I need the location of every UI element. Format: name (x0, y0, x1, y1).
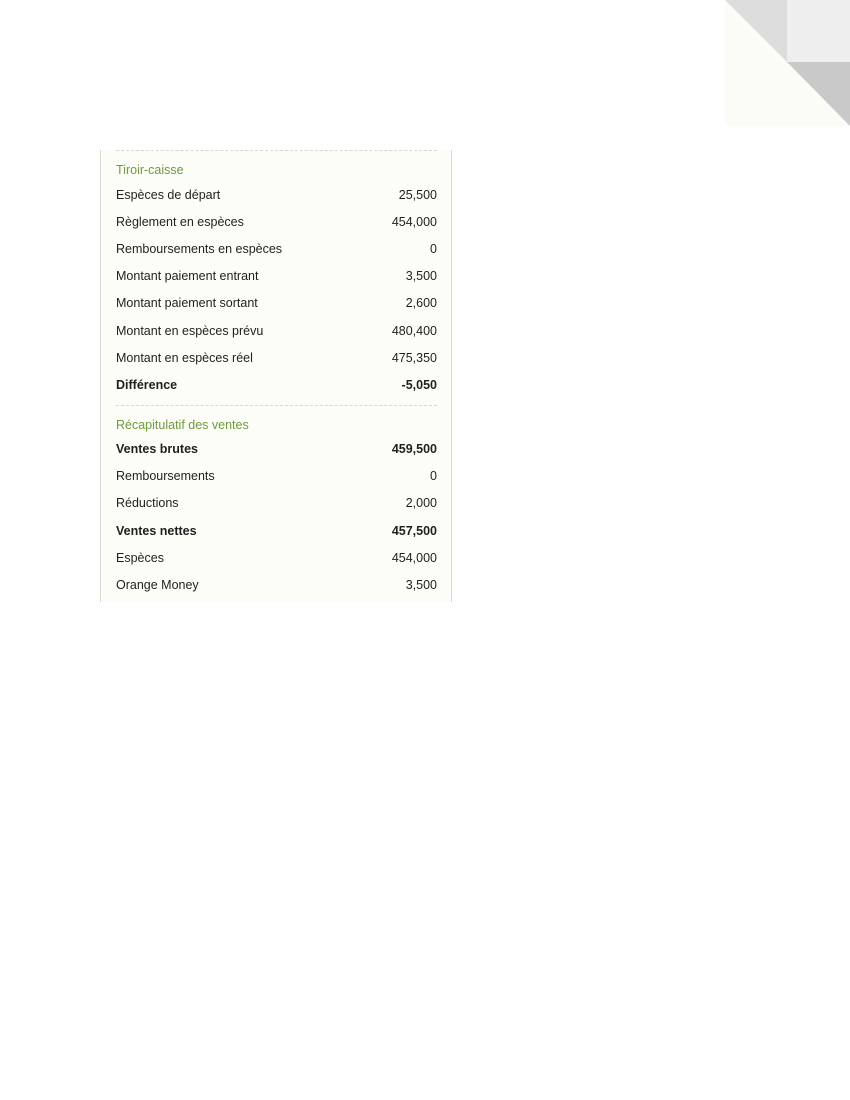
cash-report-receipt: Tiroir-caisse Espèces de départ 25,500 R… (100, 150, 452, 602)
drawer-section: Tiroir-caisse Espèces de départ 25,500 R… (116, 150, 437, 399)
row-value: 2,000 (405, 496, 437, 511)
sales-row-discounts: Réductions 2,000 (116, 490, 437, 517)
sales-row-gross-sales: Ventes brutes 459,500 (116, 436, 437, 463)
row-value: -5,050 (401, 377, 437, 392)
row-label: Montant en espèces réel (116, 350, 253, 365)
row-label: Règlement en espèces (116, 214, 244, 229)
row-value: 3,500 (405, 269, 437, 284)
drawer-row-cash-payments: Règlement en espèces 454,000 (116, 208, 437, 235)
sales-summary-section: Récapitulatif des ventes Ventes brutes 4… (116, 404, 437, 599)
sales-row-cash: Espèces 454,000 (116, 544, 437, 571)
row-value: 0 (430, 241, 437, 256)
sales-row-refunds: Remboursements 0 (116, 463, 437, 490)
row-value: 480,400 (391, 323, 437, 338)
drawer-section-title: Tiroir-caisse (116, 163, 184, 177)
row-value: 2,600 (405, 296, 437, 311)
sales-row-orange-money: Orange Money 3,500 (116, 571, 437, 598)
row-value: 454,000 (391, 550, 437, 565)
row-label: Montant en espèces prévu (116, 323, 264, 338)
row-label: Montant paiement sortant (116, 296, 258, 311)
folded-corner-icon (725, 0, 850, 126)
row-value: 457,500 (391, 523, 437, 538)
drawer-row-actual-cash: Montant en espèces réel 475,350 (116, 344, 437, 371)
row-label: Ventes nettes (116, 523, 197, 538)
row-value: 3,500 (405, 578, 437, 593)
row-label: Espèces de départ (116, 187, 221, 202)
drawer-row-paid-out: Montant paiement sortant 2,600 (116, 290, 437, 317)
row-label: Ventes brutes (116, 442, 198, 457)
row-label: Espèces (116, 550, 164, 565)
row-label: Orange Money (116, 578, 199, 593)
row-value: 25,500 (398, 187, 437, 202)
row-label: Remboursements (116, 469, 215, 484)
drawer-row-starting-cash: Espèces de départ 25,500 (116, 181, 437, 208)
sales-row-net-sales: Ventes nettes 457,500 (116, 517, 437, 544)
row-value: 475,350 (391, 350, 437, 365)
folded-corner-decoration (725, 0, 850, 126)
drawer-row-cash-refunds: Remboursements en espèces 0 (116, 235, 437, 262)
row-label: Remboursements en espèces (116, 241, 283, 256)
row-label: Montant paiement entrant (116, 269, 259, 284)
row-label: Réductions (116, 496, 179, 511)
row-value: 454,000 (391, 214, 437, 229)
sales-summary-section-title: Récapitulatif des ventes (116, 417, 249, 432)
drawer-row-difference: Différence -5,050 (116, 371, 437, 398)
row-label: Différence (116, 377, 178, 392)
drawer-row-expected-cash: Montant en espèces prévu 480,400 (116, 317, 437, 344)
drawer-row-paid-in: Montant paiement entrant 3,500 (116, 263, 437, 290)
row-value: 459,500 (391, 442, 437, 457)
row-value: 0 (430, 469, 437, 484)
